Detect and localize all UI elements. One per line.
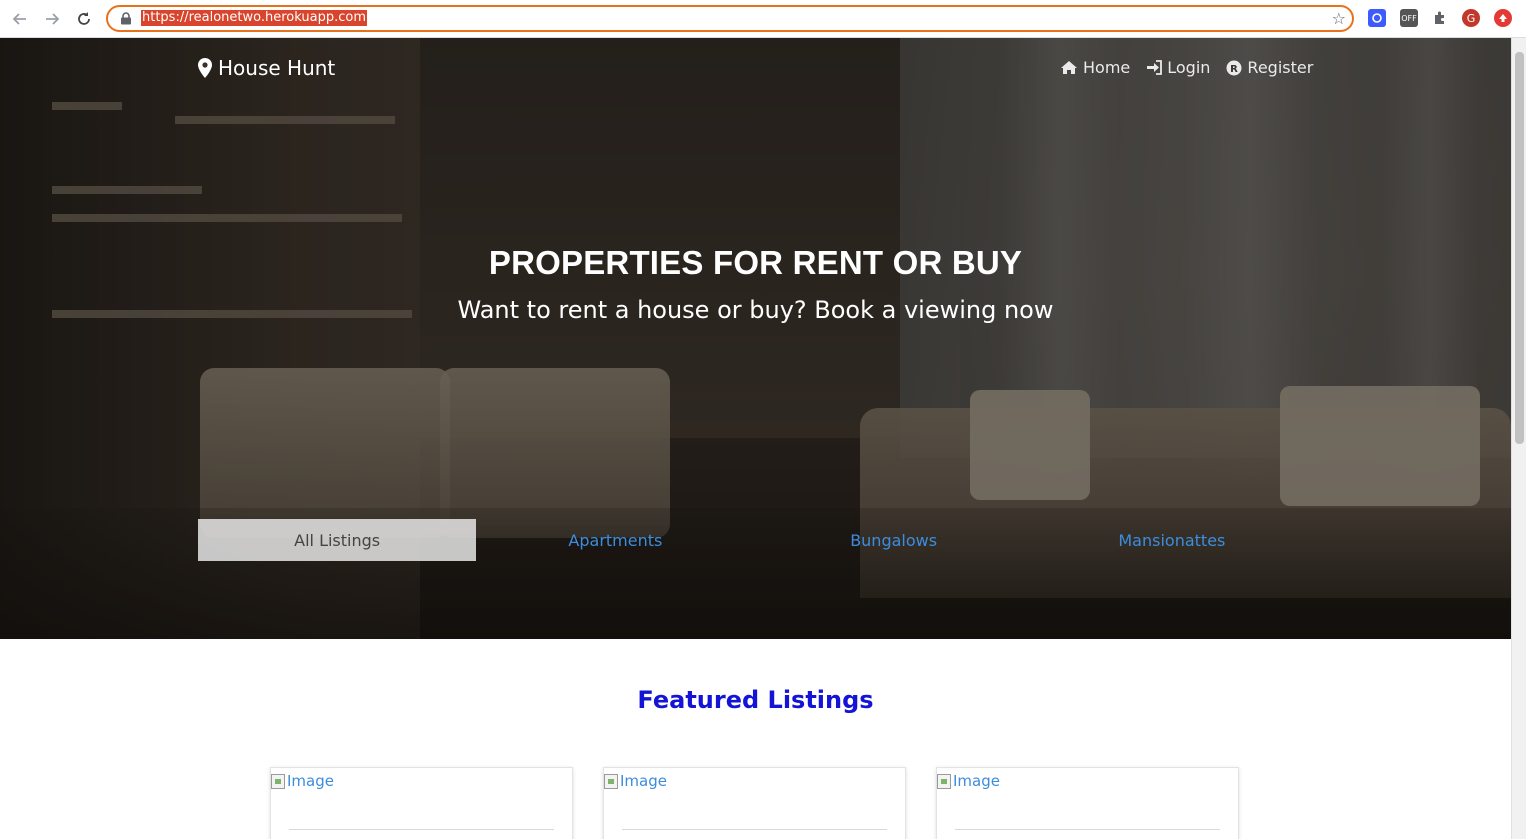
extension-camera-icon[interactable] [1368, 9, 1386, 27]
nav-login-link[interactable]: Login [1146, 58, 1210, 77]
update-icon[interactable] [1494, 9, 1512, 27]
tab-bungalows[interactable]: Bungalows [755, 519, 1033, 561]
nav-home-link[interactable]: Home [1060, 58, 1130, 77]
broken-image-icon [271, 773, 285, 789]
browser-toolbar: https://realonetwo.herokuapp.com ☆ OFF G [0, 0, 1526, 38]
listing-card[interactable]: Image [603, 767, 906, 839]
map-marker-icon [198, 58, 212, 78]
listing-card[interactable]: Image [270, 767, 573, 839]
broken-image-icon [604, 773, 618, 789]
url-text[interactable]: https://realonetwo.herokuapp.com [141, 10, 367, 26]
scrollbar-thumb[interactable] [1515, 52, 1524, 444]
lock-icon [121, 12, 131, 25]
listing-image[interactable]: Image [937, 772, 1000, 790]
back-arrow-icon[interactable] [8, 7, 32, 31]
home-icon [1061, 61, 1077, 74]
svg-text:R: R [1231, 64, 1239, 75]
hero-section: House Hunt Home Login R Register PROPERT… [0, 38, 1511, 639]
listing-image[interactable]: Image [604, 772, 667, 790]
page-scrollbar[interactable] [1511, 38, 1526, 839]
brand-logo[interactable]: House Hunt [198, 56, 335, 80]
card-divider [622, 829, 887, 830]
listing-card[interactable]: Image [936, 767, 1239, 839]
profile-avatar[interactable]: G [1462, 9, 1480, 27]
broken-image-icon [937, 773, 951, 789]
address-bar[interactable]: https://realonetwo.herokuapp.com ☆ [106, 5, 1354, 32]
nav-register-link[interactable]: R Register [1226, 58, 1313, 77]
hero-title: PROPERTIES FOR RENT OR BUY [488, 244, 1023, 281]
register-icon: R [1226, 60, 1242, 75]
top-navigation: Home Login R Register [1060, 58, 1313, 77]
tab-all-listings[interactable]: All Listings [198, 519, 477, 561]
page-viewport: House Hunt Home Login R Register PROPERT… [0, 38, 1511, 839]
login-icon [1147, 60, 1163, 75]
reload-icon[interactable] [72, 7, 96, 31]
tab-mansionattes[interactable]: Mansionattes [1033, 519, 1311, 561]
brand-name: House Hunt [218, 56, 336, 80]
tab-apartments[interactable]: Apartments [476, 519, 754, 561]
card-divider [955, 829, 1220, 830]
bookmark-star-icon[interactable]: ☆ [1332, 9, 1346, 28]
featured-listings-heading: Featured Listings [637, 686, 874, 714]
hero-subtitle: Want to rent a house or buy? Book a view… [457, 296, 1054, 324]
listing-image[interactable]: Image [271, 772, 334, 790]
extensions-puzzle-icon[interactable] [1431, 9, 1449, 27]
card-divider [289, 829, 554, 830]
listing-filter-tabs: All Listings Apartments Bungalows Mansio… [198, 519, 1311, 561]
forward-arrow-icon[interactable] [40, 7, 64, 31]
extension-off-icon[interactable]: OFF [1400, 9, 1418, 27]
